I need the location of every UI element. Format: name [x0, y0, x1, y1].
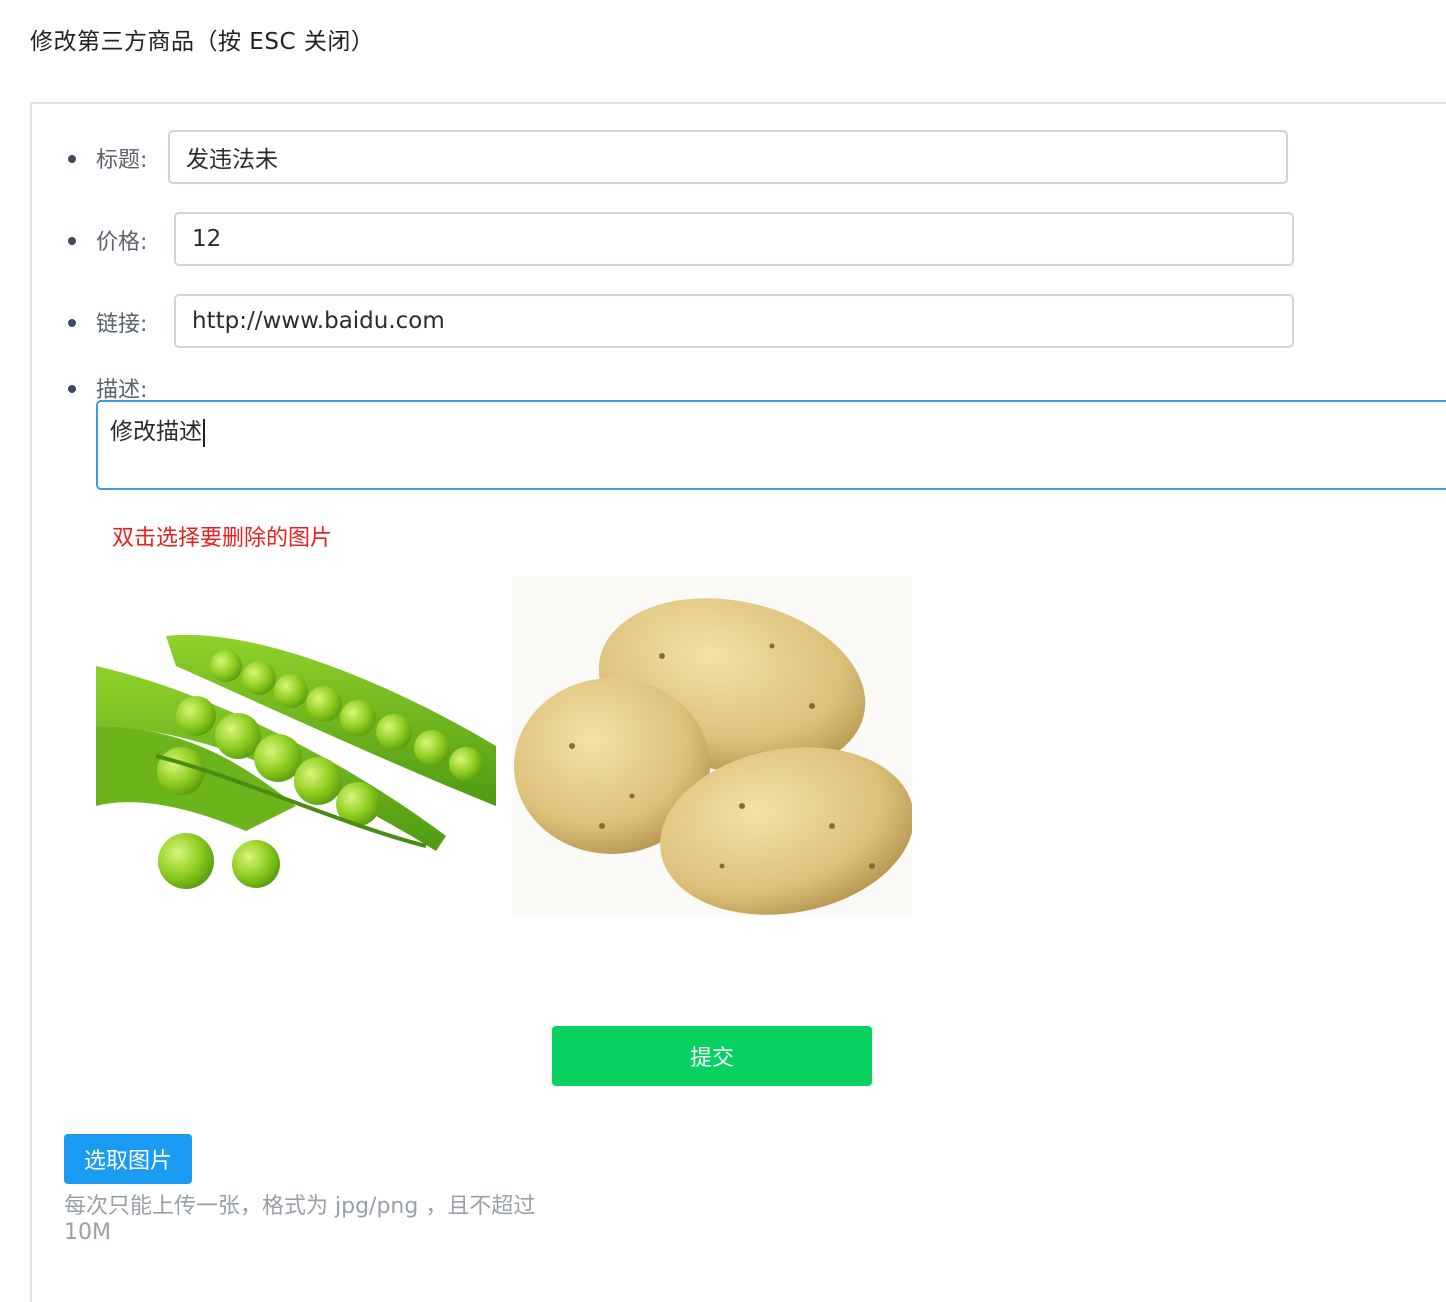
upload-note: 每次只能上传一张，格式为 jpg/png ，且不超过 10M	[64, 1194, 536, 1245]
price-label: 价格:	[96, 230, 148, 255]
title-input[interactable]	[168, 130, 1288, 184]
description-text: 修改描述	[110, 419, 202, 445]
peas-illustration	[96, 634, 496, 889]
text-caret	[203, 418, 205, 447]
bullet-icon	[68, 385, 76, 393]
peas-image[interactable]	[96, 576, 496, 916]
delete-image-hint: 双击选择要删除的图片	[112, 526, 333, 551]
link-label: 链接:	[96, 312, 148, 337]
dialog-title: 修改第三方商品（按 ESC 关闭）	[30, 29, 375, 55]
edit-form-panel: 标题: 价格: 链接: 描述: 修改描述 双击选择要删除的图片	[30, 102, 1446, 1302]
submit-button[interactable]: 提交	[552, 1026, 872, 1086]
potatoes-illustration	[512, 576, 912, 916]
potatoes-image[interactable]	[512, 576, 912, 916]
title-label: 标题:	[96, 148, 148, 173]
pick-image-button[interactable]: 选取图片	[64, 1134, 192, 1184]
bullet-icon	[68, 155, 76, 163]
bullet-icon	[68, 237, 76, 245]
bullet-icon	[68, 319, 76, 327]
price-input[interactable]	[174, 212, 1294, 266]
link-input[interactable]	[174, 294, 1294, 348]
description-textarea[interactable]: 修改描述	[96, 400, 1446, 490]
